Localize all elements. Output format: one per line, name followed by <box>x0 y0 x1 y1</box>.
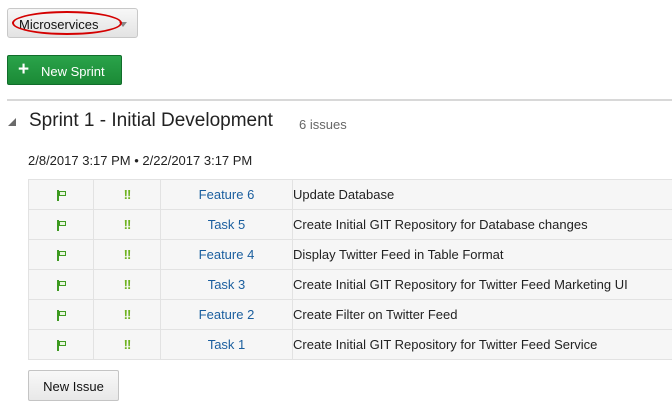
issue-summary: Create Filter on Twitter Feed <box>292 299 672 330</box>
priority-cell: !! <box>93 269 161 300</box>
table-row[interactable]: !! Feature 6 Update Database <box>28 179 672 210</box>
flag-icon <box>56 340 67 352</box>
new-sprint-button[interactable]: + New Sprint <box>7 55 122 85</box>
priority-icon: !! <box>123 247 132 262</box>
issue-summary: Display Twitter Feed in Table Format <box>292 239 672 270</box>
key-cell: Feature 6 <box>160 179 293 210</box>
issue-summary: Create Initial GIT Repository for Databa… <box>292 209 672 240</box>
issue-summary: Create Initial GIT Repository for Twitte… <box>292 269 672 300</box>
flag-icon <box>56 250 67 262</box>
issue-link[interactable]: Feature 6 <box>199 187 255 202</box>
priority-icon: !! <box>123 187 132 202</box>
issue-summary: Create Initial GIT Repository for Twitte… <box>292 329 672 360</box>
caret-down-icon <box>119 22 127 27</box>
flag-icon <box>56 220 67 232</box>
type-cell <box>28 179 94 210</box>
issue-link[interactable]: Task 1 <box>208 337 246 352</box>
priority-cell: !! <box>93 329 161 360</box>
key-cell: Task 5 <box>160 209 293 240</box>
priority-icon: !! <box>123 307 132 322</box>
key-cell: Task 1 <box>160 329 293 360</box>
issues-table: !! Feature 6 Update Database !! Task 5 C… <box>28 179 672 360</box>
new-sprint-label: New Sprint <box>41 64 105 79</box>
flag-icon <box>56 280 67 292</box>
issue-link[interactable]: Task 5 <box>208 217 246 232</box>
issue-count: 6 issues <box>299 117 347 132</box>
type-cell <box>28 209 94 240</box>
flag-icon <box>56 310 67 322</box>
flag-icon <box>56 190 67 202</box>
priority-icon: !! <box>123 277 132 292</box>
sprint-dates: 2/8/2017 3:17 PM • 2/22/2017 3:17 PM <box>28 153 253 168</box>
key-cell: Feature 4 <box>160 239 293 270</box>
type-cell <box>28 269 94 300</box>
table-row[interactable]: !! Feature 2 Create Filter on Twitter Fe… <box>28 299 672 330</box>
priority-icon: !! <box>123 217 132 232</box>
priority-cell: !! <box>93 179 161 210</box>
collapse-triangle-icon[interactable] <box>8 118 16 126</box>
new-issue-label: New Issue <box>43 379 104 394</box>
new-issue-button[interactable]: New Issue <box>28 370 119 401</box>
key-cell: Feature 2 <box>160 299 293 330</box>
issue-link[interactable]: Feature 4 <box>199 247 255 262</box>
issue-summary: Update Database <box>292 179 672 210</box>
priority-icon: !! <box>123 337 132 352</box>
issue-link[interactable]: Task 3 <box>208 277 246 292</box>
priority-cell: !! <box>93 299 161 330</box>
project-selector-label: Microservices <box>19 17 99 32</box>
type-cell <box>28 329 94 360</box>
table-row[interactable]: !! Task 3 Create Initial GIT Repository … <box>28 269 672 300</box>
priority-cell: !! <box>93 209 161 240</box>
issue-link[interactable]: Feature 2 <box>199 307 255 322</box>
key-cell: Task 3 <box>160 269 293 300</box>
type-cell <box>28 299 94 330</box>
project-selector-button[interactable]: Microservices <box>7 8 138 38</box>
table-row[interactable]: !! Task 1 Create Initial GIT Repository … <box>28 329 672 360</box>
priority-cell: !! <box>93 239 161 270</box>
section-divider <box>7 99 672 101</box>
table-row[interactable]: !! Feature 4 Display Twitter Feed in Tab… <box>28 239 672 270</box>
sprint-title: Sprint 1 - Initial Development <box>29 110 273 131</box>
type-cell <box>28 239 94 270</box>
table-row[interactable]: !! Task 5 Create Initial GIT Repository … <box>28 209 672 240</box>
plus-icon: + <box>18 59 30 80</box>
